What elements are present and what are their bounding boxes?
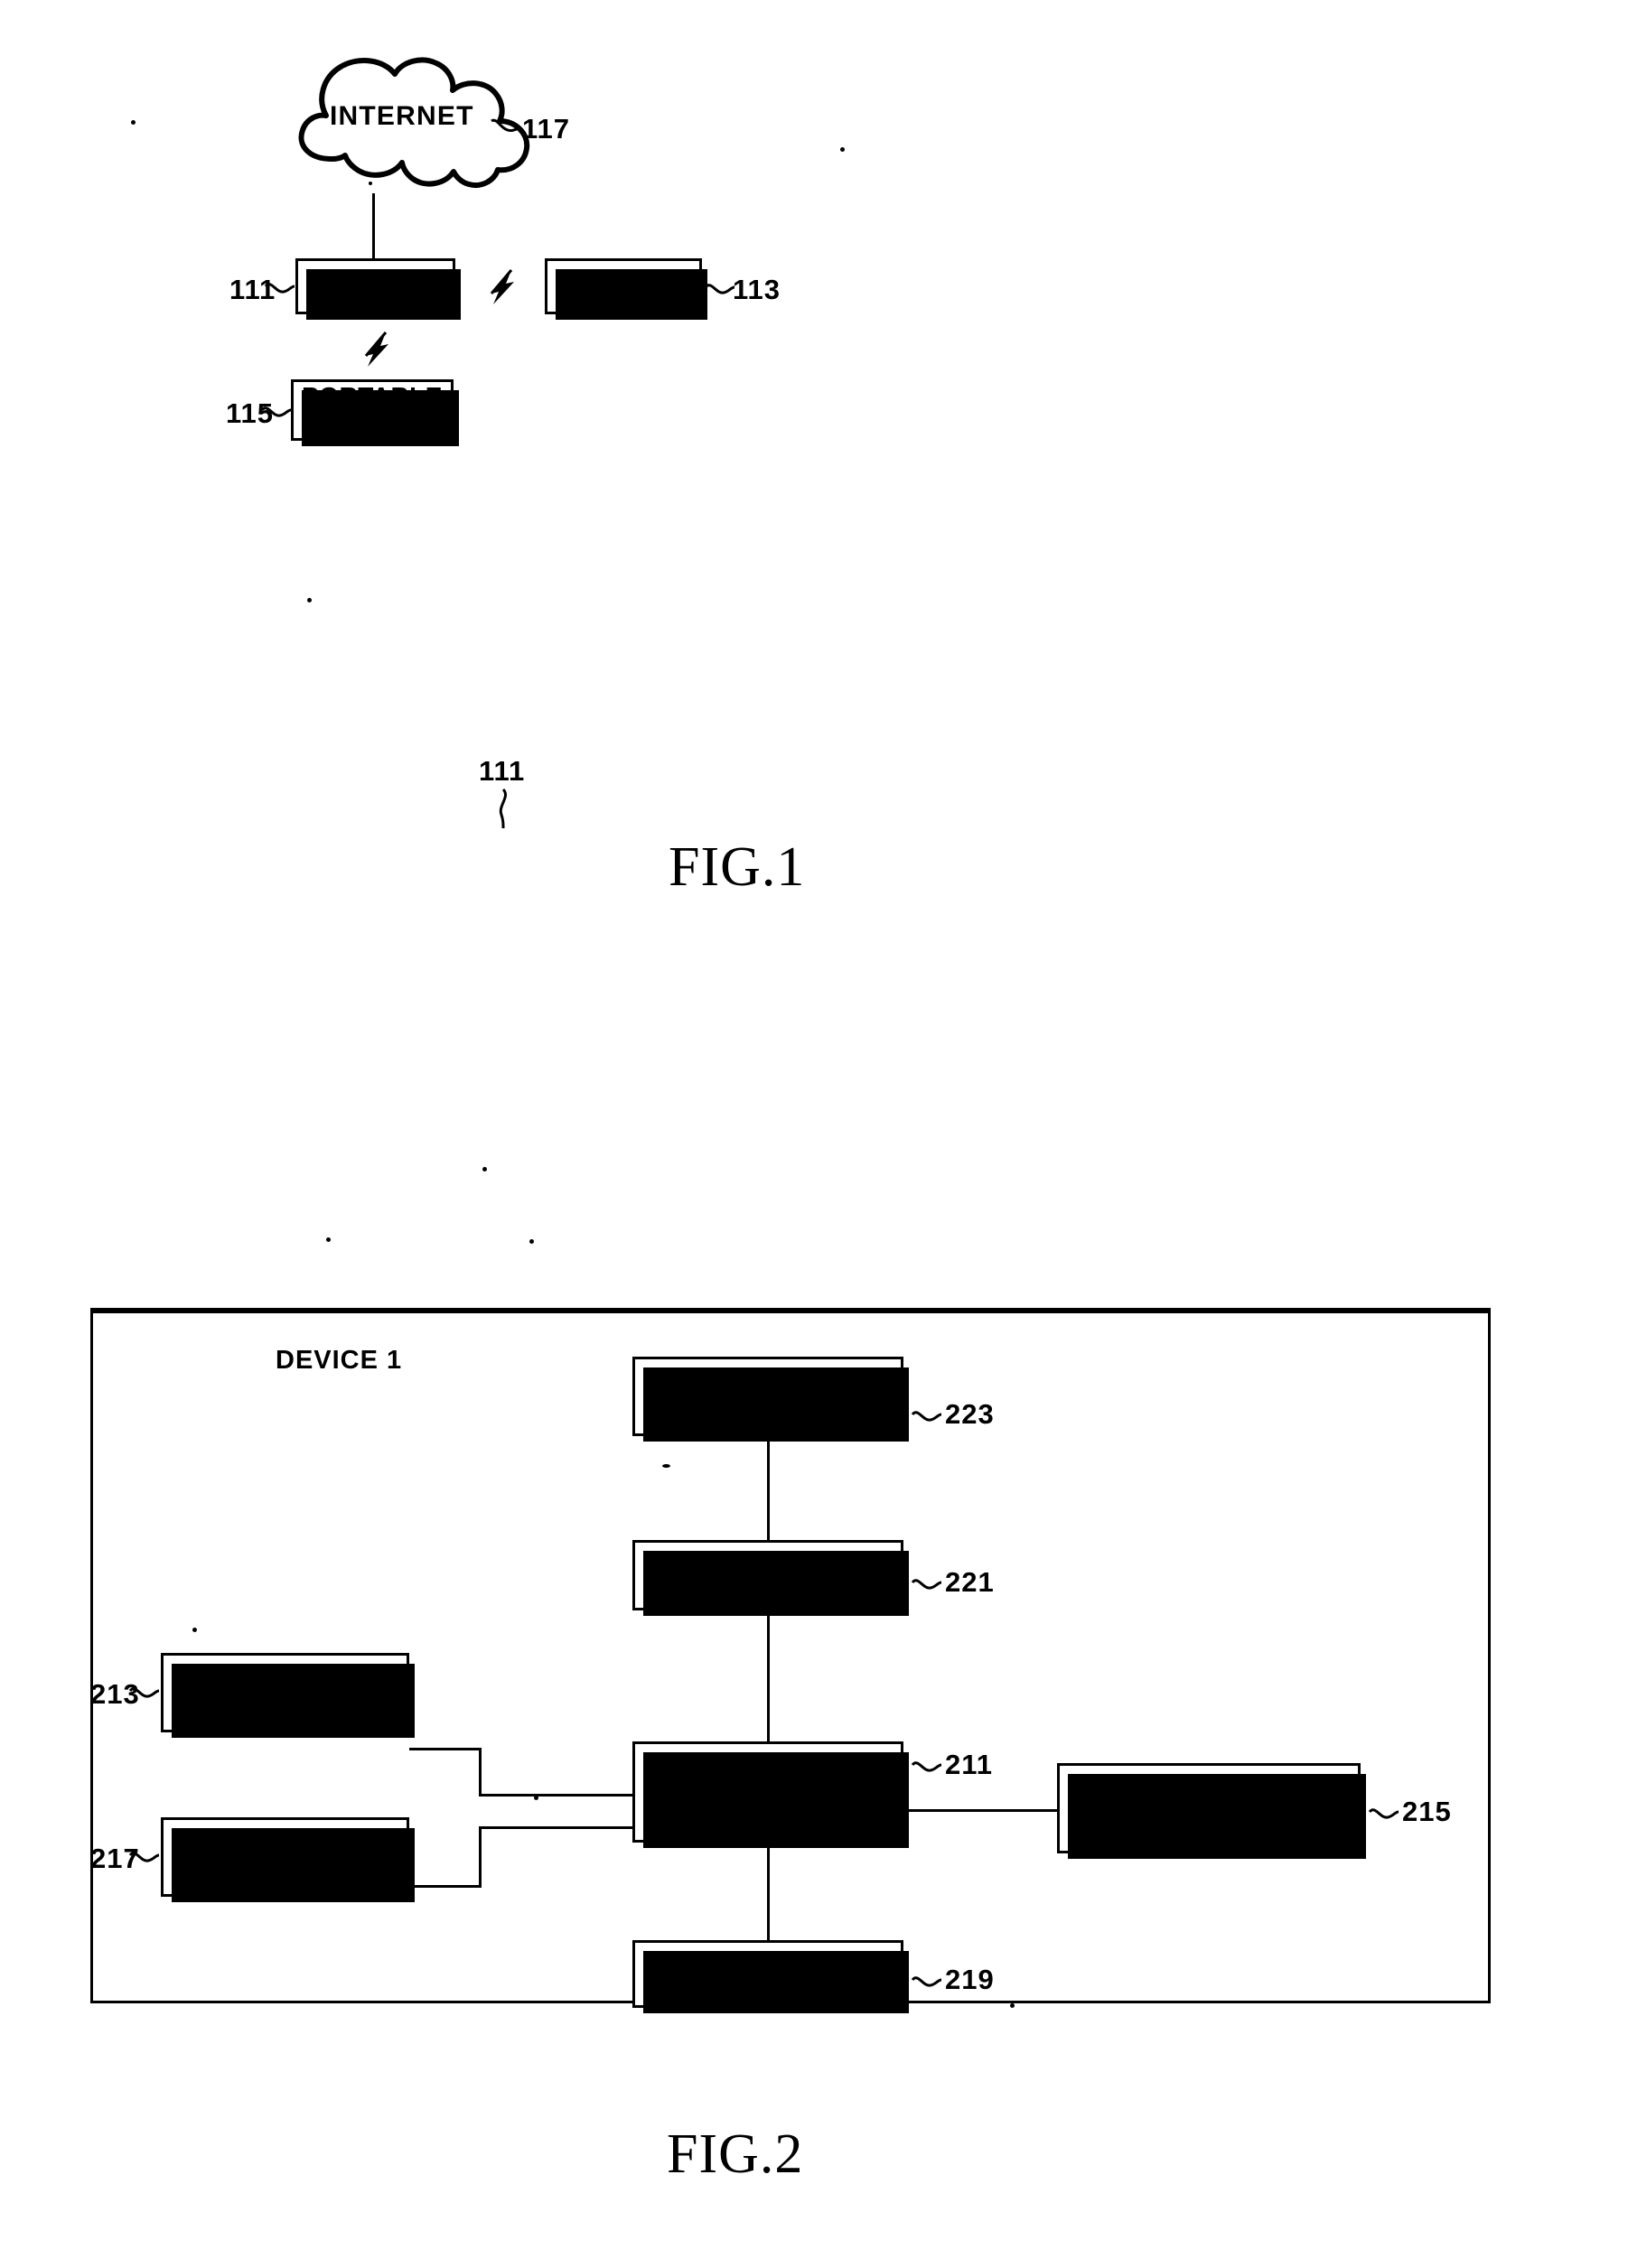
ref-number-117: 117 bbox=[522, 113, 571, 145]
figure2-block-rf-interface-unit-label-line1: RF INTERFACE bbox=[669, 1367, 866, 1397]
ref-number-213: 213 bbox=[90, 1678, 140, 1710]
figure2-block-tuner: TUNER bbox=[632, 1540, 909, 1616]
figure1-block-device1: DEVICE 1 bbox=[295, 258, 461, 320]
scan-speck bbox=[482, 1167, 487, 1171]
scan-speck bbox=[534, 1796, 538, 1800]
figure-2-caption: FIG.2 bbox=[667, 2123, 804, 2185]
ref-number-111-fig1: 111 bbox=[229, 274, 276, 305]
figure-1-caption: FIG.1 bbox=[669, 836, 806, 898]
figure2-block-wireless-interface-unit: WIRELESS INTERFACE UNIT bbox=[1057, 1763, 1366, 1859]
internet-cloud-label: INTERNET bbox=[330, 101, 474, 131]
figure2-block-input-unit-label: INPUT UNIT bbox=[209, 1842, 361, 1871]
figure2-block-control-unit-label: CONTROL UNIT bbox=[666, 1777, 870, 1806]
scan-speck bbox=[1010, 2003, 1015, 2008]
ref-number-115: 115 bbox=[226, 397, 275, 429]
figure1-block-portable-terminal-label-line1: PORTABLE bbox=[302, 382, 443, 411]
ref-number-217: 217 bbox=[90, 1843, 140, 1874]
ref-number-223: 223 bbox=[945, 1398, 995, 1430]
wireless-link-icon-device1-portable-terminal bbox=[364, 331, 388, 367]
scan-speck bbox=[307, 598, 312, 602]
figure1-block-device2: DEVICE 2 bbox=[545, 258, 707, 320]
figure2-block-storage-unit: STORAGE UNIT bbox=[632, 1940, 909, 2013]
figure2-block-wireless-interface-unit-label-line1: WIRELESS bbox=[1138, 1779, 1279, 1809]
scan-speck bbox=[662, 1464, 670, 1468]
figure2-device1-frame-label: DEVICE 1 bbox=[276, 1346, 403, 1375]
figure2-block-rf-interface-unit-label-line2: UNIT bbox=[736, 1395, 800, 1424]
figure1-block-device2-label: DEVICE 2 bbox=[561, 271, 686, 301]
patent-drawing-page: INTERNET 117 DEVICE 1 111 DEVICE 2 113 P… bbox=[0, 0, 1628, 2268]
ref-number-219: 219 bbox=[945, 1964, 995, 1995]
figure1-block-device1-label: DEVICE 1 bbox=[313, 271, 437, 301]
figure2-block-tuner-label: TUNER bbox=[721, 1560, 815, 1590]
figure2-block-input-unit: INPUT UNIT bbox=[161, 1817, 415, 1902]
scan-speck bbox=[192, 1628, 197, 1632]
wireless-link-icon-device1-device2 bbox=[490, 269, 514, 304]
figure1-block-portable-terminal: PORTABLE TERMINAL bbox=[291, 379, 459, 446]
scan-speck bbox=[529, 1239, 534, 1244]
figure2-block-output-unit: OUTPUT UNIT bbox=[161, 1653, 415, 1738]
ref-number-221: 221 bbox=[945, 1566, 995, 1598]
figure1-block-portable-terminal-label-line2: TERMINAL bbox=[304, 409, 440, 437]
ref-number-211: 211 bbox=[945, 1749, 994, 1780]
figure2-block-wireless-interface-unit-label-line2: INTERFACE UNIT bbox=[1097, 1807, 1321, 1836]
figure2-block-storage-unit-label: STORAGE UNIT bbox=[666, 1959, 870, 1989]
figure2-block-rf-interface-unit: RF INTERFACE UNIT bbox=[632, 1357, 909, 1442]
ref-number-111-fig2: 111 bbox=[479, 755, 526, 787]
ref-number-113: 113 bbox=[733, 274, 781, 305]
figure2-block-control-unit: CONTROL UNIT bbox=[632, 1741, 909, 1848]
scan-speck bbox=[131, 120, 136, 125]
ref-number-215: 215 bbox=[1402, 1796, 1452, 1827]
scan-speck bbox=[840, 147, 845, 152]
scan-speck bbox=[326, 1237, 331, 1242]
figure2-block-output-unit-label: OUTPUT UNIT bbox=[194, 1677, 376, 1707]
ref-leader-111-fig2 bbox=[499, 788, 507, 829]
